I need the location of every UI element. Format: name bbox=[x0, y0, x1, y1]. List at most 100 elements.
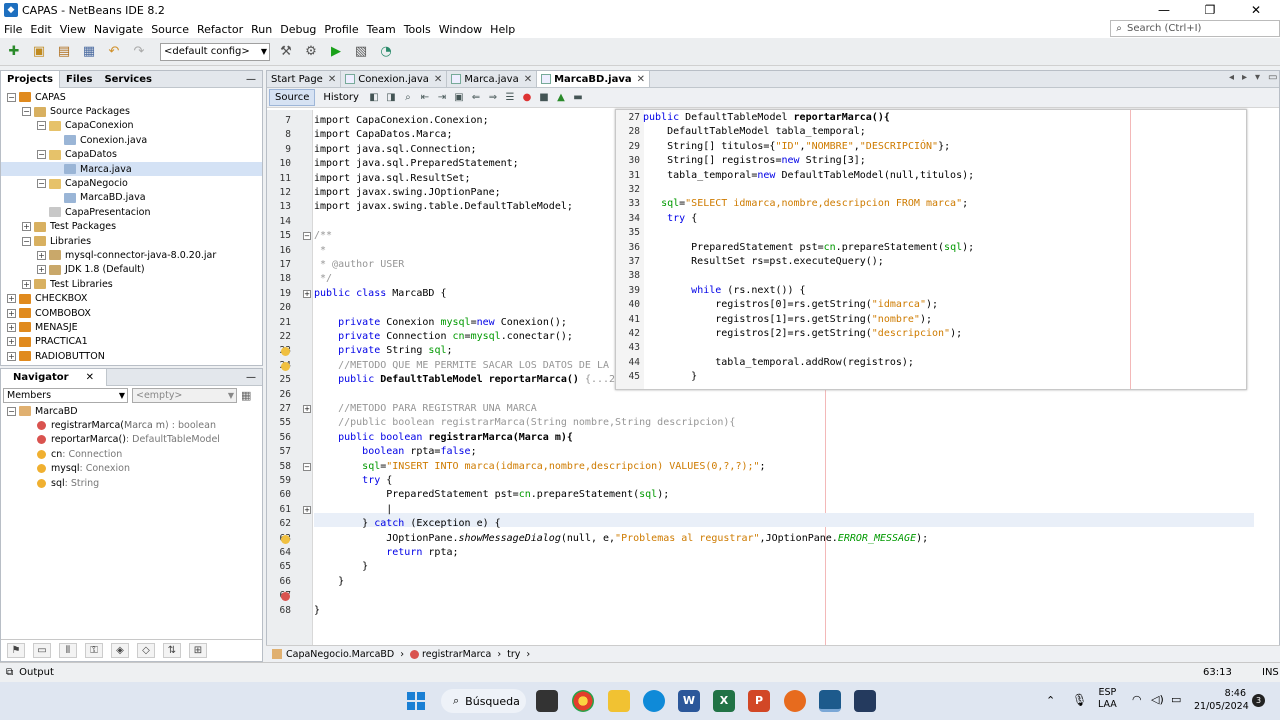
fold-toggle-icon[interactable]: + bbox=[303, 405, 311, 413]
taskbar-search[interactable]: ⌕ Búsqueda bbox=[441, 689, 526, 713]
collapse-icon[interactable]: − bbox=[7, 406, 16, 416]
scroll-right-icon[interactable]: ▸ bbox=[1242, 72, 1247, 83]
filter-icon[interactable]: ⦀ bbox=[59, 643, 77, 658]
toggle-highlight-icon[interactable]: ▣ bbox=[452, 91, 466, 105]
tree-item[interactable]: + MENASJE bbox=[1, 320, 262, 334]
powerpoint-icon[interactable]: P bbox=[748, 690, 770, 712]
filter-icon[interactable]: ⚿ bbox=[85, 643, 103, 658]
history-icon[interactable]: ▦ bbox=[241, 389, 251, 402]
windows-start-icon[interactable] bbox=[405, 690, 427, 712]
tree-item[interactable]: + Test Libraries bbox=[1, 277, 262, 291]
open-project-icon[interactable]: ▤ bbox=[54, 42, 74, 62]
app-taskbar-icon[interactable] bbox=[854, 690, 876, 712]
maximize-window-icon[interactable]: ▭ bbox=[1268, 72, 1277, 83]
warning-icon[interactable] bbox=[281, 361, 290, 371]
menu-view[interactable]: View bbox=[56, 23, 90, 36]
filter-icon[interactable]: ⊞ bbox=[189, 643, 207, 658]
menu-debug[interactable]: Debug bbox=[276, 23, 320, 36]
output-label[interactable]: Output bbox=[19, 667, 54, 678]
diagram-icon[interactable]: ▬ bbox=[571, 91, 585, 105]
comment-icon[interactable]: ☰ bbox=[503, 91, 517, 105]
fold-toggle-icon[interactable]: + bbox=[303, 505, 311, 514]
tree-item[interactable]: − Libraries bbox=[1, 234, 262, 248]
file-explorer-icon[interactable] bbox=[608, 690, 630, 712]
tree-item[interactable]: − Source Packages bbox=[1, 104, 262, 118]
navigator-root[interactable]: − MarcaBD bbox=[1, 404, 262, 418]
expand-icon[interactable]: + bbox=[37, 265, 46, 275]
tree-item[interactable]: − CAPAS bbox=[1, 90, 262, 104]
tree-item[interactable]: + mysql-connector-java-8.0.20.jar bbox=[1, 248, 262, 262]
editor-tab[interactable]: Conexion.java ✕ bbox=[341, 71, 448, 87]
minimize-panel-icon[interactable]: — bbox=[240, 71, 262, 88]
expand-icon[interactable]: + bbox=[7, 337, 16, 347]
expand-icon[interactable]: + bbox=[22, 279, 31, 289]
word-icon[interactable]: W bbox=[678, 690, 700, 712]
expand-icon[interactable]: + bbox=[37, 250, 46, 260]
breadcrumb-block[interactable]: try bbox=[507, 649, 520, 660]
battery-icon[interactable]: ▭ bbox=[1171, 693, 1181, 706]
minimize-panel-icon[interactable]: — bbox=[240, 369, 262, 386]
tree-item[interactable]: + Test Packages bbox=[1, 220, 262, 234]
notification-badge[interactable]: 3 bbox=[1252, 694, 1265, 707]
find-previous-icon[interactable]: ⇤ bbox=[418, 91, 432, 105]
editor-tab[interactable]: Marca.java ✕ bbox=[447, 71, 538, 87]
source-button[interactable]: Source bbox=[269, 89, 316, 106]
menu-run[interactable]: Run bbox=[247, 23, 276, 36]
shift-right-icon[interactable]: ⇒ bbox=[486, 91, 500, 105]
macro-record-icon[interactable]: ● bbox=[520, 91, 534, 105]
new-file-icon[interactable]: ✚ bbox=[4, 42, 24, 62]
save-all-icon[interactable]: ▦ bbox=[79, 42, 99, 62]
test-icon[interactable]: ▲ bbox=[554, 91, 568, 105]
members-select[interactable]: Members ▼ bbox=[3, 387, 128, 403]
fold-toggle-icon[interactable]: − bbox=[303, 232, 311, 241]
tree-item[interactable]: + CHECKBOX bbox=[1, 291, 262, 305]
menu-refactor[interactable]: Refactor bbox=[193, 23, 247, 36]
empty-select[interactable]: <empty> ▼ bbox=[132, 387, 237, 403]
warning-icon[interactable] bbox=[281, 534, 290, 544]
tree-item[interactable]: + PRACTICA1 bbox=[1, 335, 262, 349]
history-button[interactable]: History bbox=[318, 90, 364, 105]
menu-window[interactable]: Window bbox=[435, 23, 486, 36]
menu-file[interactable]: File bbox=[0, 23, 26, 36]
filter-icon[interactable]: ◇ bbox=[137, 643, 155, 658]
expand-icon[interactable]: + bbox=[7, 351, 16, 361]
filter-icon[interactable]: ◈ bbox=[111, 643, 129, 658]
debug-icon[interactable]: ▧ bbox=[351, 42, 371, 62]
back-icon[interactable]: ◧ bbox=[367, 91, 381, 105]
output-window-icon[interactable]: ⧉ bbox=[6, 667, 13, 678]
chrome-icon[interactable] bbox=[572, 690, 594, 712]
minimize-button[interactable]: — bbox=[1141, 0, 1187, 20]
navigator-member[interactable]: cn : Connection bbox=[1, 447, 262, 461]
editor-tab[interactable]: Start Page ✕ bbox=[267, 71, 342, 87]
tree-item[interactable]: Conexion.java bbox=[1, 133, 262, 147]
breadcrumb-method[interactable]: registrarMarca bbox=[422, 649, 491, 660]
chevron-up-icon[interactable]: ⌃ bbox=[1046, 694, 1055, 707]
run-icon[interactable]: ▶ bbox=[326, 42, 346, 62]
maximize-button[interactable]: ❐ bbox=[1187, 0, 1233, 20]
filter-icon[interactable]: ▭ bbox=[33, 643, 51, 658]
navigator-member[interactable]: registrarMarca(Marca m) : boolean bbox=[1, 418, 262, 432]
edge-icon[interactable] bbox=[643, 690, 665, 712]
undo-icon[interactable]: ↶ bbox=[104, 42, 124, 62]
menu-source[interactable]: Source bbox=[147, 23, 193, 36]
shift-left-icon[interactable]: ⇐ bbox=[469, 91, 483, 105]
netbeans-taskbar-icon[interactable] bbox=[819, 690, 841, 712]
expand-icon[interactable]: + bbox=[7, 294, 16, 304]
editor-tab[interactable]: MarcaBD.java ✕ bbox=[537, 71, 650, 87]
menu-navigate[interactable]: Navigate bbox=[90, 23, 147, 36]
language-indicator[interactable]: ESP LAA bbox=[1098, 687, 1117, 711]
menu-edit[interactable]: Edit bbox=[26, 23, 55, 36]
close-icon[interactable]: ✕ bbox=[524, 74, 532, 85]
menu-team[interactable]: Team bbox=[363, 23, 400, 36]
excel-icon[interactable]: X bbox=[713, 690, 735, 712]
filter-icon[interactable]: ⚑ bbox=[7, 643, 25, 658]
clean-build-icon[interactable]: ⚙ bbox=[301, 42, 321, 62]
tree-item[interactable]: Marca.java bbox=[1, 161, 262, 177]
wifi-icon[interactable]: ◠ bbox=[1132, 693, 1142, 706]
collapse-icon[interactable]: − bbox=[22, 236, 31, 246]
profile-icon[interactable]: ◔ bbox=[376, 42, 396, 62]
tree-item[interactable]: + COMBOBOX bbox=[1, 306, 262, 320]
tab-list-icon[interactable]: ▾ bbox=[1255, 72, 1260, 83]
build-icon[interactable]: ⚒ bbox=[276, 42, 296, 62]
config-select[interactable]: <default config> ▼ bbox=[160, 42, 270, 61]
